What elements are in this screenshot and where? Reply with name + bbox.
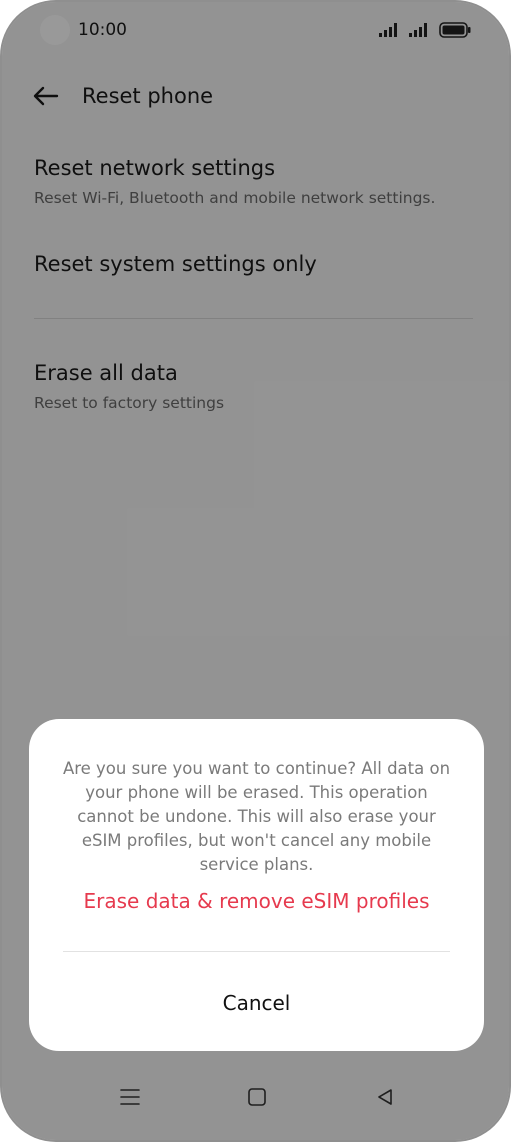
confirm-dialog: Are you sure you want to continue? All d… xyxy=(29,719,484,1051)
screen: 10:00 Reset phone Reset network settings… xyxy=(2,2,509,1140)
dialog-divider xyxy=(63,951,450,952)
cancel-button[interactable]: Cancel xyxy=(29,991,484,1015)
erase-data-button[interactable]: Erase data & remove eSIM profiles xyxy=(29,889,484,913)
dialog-message: Are you sure you want to continue? All d… xyxy=(62,759,451,874)
phone-frame: 10:00 Reset phone Reset network settings… xyxy=(0,0,511,1142)
